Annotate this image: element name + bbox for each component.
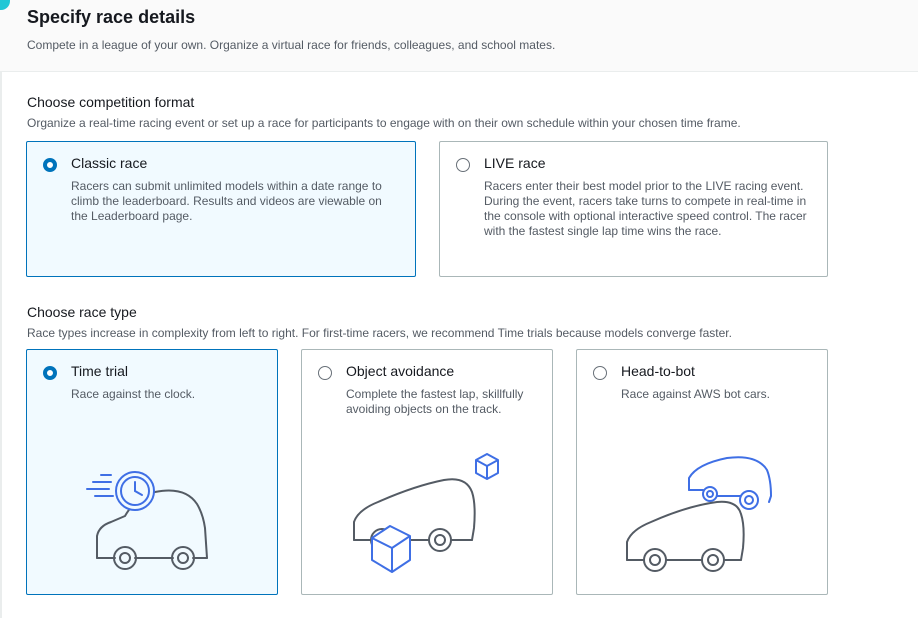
classic-race-label: Classic race	[71, 155, 148, 171]
format-section-description: Organize a real-time racing event or set…	[27, 116, 741, 130]
time-trial-radio[interactable]	[43, 366, 57, 380]
race-type-section-title: Choose race type	[27, 304, 137, 320]
left-border	[0, 0, 2, 618]
obstacle-car-icon	[353, 453, 499, 573]
classic-race-description: Racers can submit unlimited models withi…	[71, 179, 382, 223]
object-avoidance-description: Complete the fastest lap, skillfully avo…	[346, 387, 524, 416]
object-avoidance-radio[interactable]	[318, 366, 332, 380]
page-header: Specify race details Compete in a league…	[0, 0, 918, 72]
format-section-title: Choose competition format	[27, 94, 195, 110]
race-type-section-description: Race types increase in complexity from l…	[27, 326, 732, 340]
clock-car-icon	[86, 471, 208, 570]
classic-race-tile[interactable]: Classic race Racers can submit unlimited…	[26, 141, 416, 277]
object-avoidance-tile[interactable]: Object avoidance Complete the fastest la…	[301, 349, 553, 595]
live-race-description: Racers enter their best model prior to t…	[484, 179, 807, 238]
time-trial-label: Time trial	[71, 363, 129, 379]
classic-race-radio[interactable]	[43, 158, 57, 172]
page-title: Specify race details	[27, 7, 196, 27]
time-trial-tile[interactable]: Time trial Race against the clock.	[26, 349, 278, 595]
page-description: Compete in a league of your own. Organiz…	[27, 38, 556, 52]
head-to-bot-radio[interactable]	[593, 366, 607, 380]
live-race-tile[interactable]: LIVE race Racers enter their best model …	[439, 141, 828, 277]
head-to-bot-description: Race against AWS bot cars.	[621, 387, 770, 401]
live-race-label: LIVE race	[484, 155, 546, 171]
live-race-radio[interactable]	[456, 158, 470, 172]
time-trial-description: Race against the clock.	[71, 387, 196, 401]
two-cars-icon	[626, 456, 772, 572]
object-avoidance-label: Object avoidance	[346, 363, 455, 379]
head-to-bot-label: Head-to-bot	[621, 363, 695, 379]
head-to-bot-tile[interactable]: Head-to-bot Race against AWS bot cars.	[576, 349, 828, 595]
